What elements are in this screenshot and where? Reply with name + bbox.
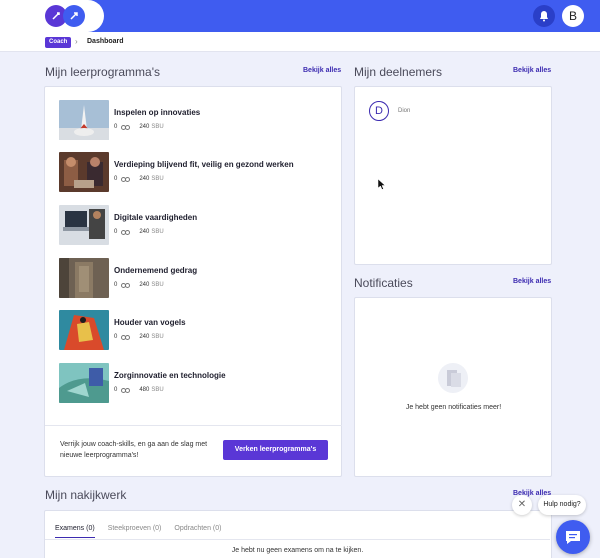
programme-thumbnail — [59, 310, 109, 350]
sbu-value: 240 — [139, 282, 150, 288]
participant-count: 0 — [114, 334, 118, 340]
participant-count: 0 — [114, 387, 118, 393]
people-icon — [121, 229, 131, 235]
notifications-title: Notificaties — [354, 276, 413, 290]
programme-item[interactable]: Houder van vogels 0 240 SBU — [59, 310, 339, 350]
sbu-unit: SBU — [151, 387, 164, 393]
breadcrumb: Coach › Dashboard — [0, 32, 600, 52]
promo-text: Verrijk jouw coach-skills, en ga aan de … — [60, 441, 208, 459]
sbu-value: 240 — [139, 334, 150, 340]
programmes-see-all-link[interactable]: Bekijk alles — [303, 67, 341, 74]
programme-title: Inspelen op innovaties — [114, 108, 201, 117]
programme-thumbnail — [59, 363, 109, 403]
programme-item[interactable]: Zorginnovatie en technologie 0 480 SBU — [59, 363, 339, 403]
people-icon — [121, 334, 131, 340]
participants-see-all-link[interactable]: Bekijk alles — [513, 67, 551, 74]
notifications-bell-icon[interactable] — [533, 5, 555, 27]
programme-thumbnail — [59, 205, 109, 245]
participants-title: Mijn deelnemers — [354, 65, 443, 79]
participant-count: 0 — [114, 282, 118, 288]
programme-item[interactable]: Digitale vaardigheden 0 240 SBU — [59, 205, 339, 245]
empty-inbox-icon — [438, 363, 468, 393]
participant-count: 0 — [114, 176, 118, 182]
sbu-value: 240 — [139, 124, 150, 130]
tab-samples[interactable]: Steekproeven (0) — [108, 525, 162, 538]
sbu-value: 240 — [139, 176, 150, 182]
review-title: Mijn nakijkwerk — [45, 488, 127, 502]
sbu-unit: SBU — [151, 334, 164, 340]
tab-exams[interactable]: Examens (0) — [55, 525, 95, 538]
programme-item[interactable]: Verdieping blijvend fit, veilig en gezon… — [59, 152, 339, 192]
programme-title: Digitale vaardigheden — [114, 213, 198, 222]
divider — [45, 425, 342, 426]
programme-meta: 0 240 SBU — [114, 229, 164, 235]
notifications-empty-text: Je hebt geen notificaties meer! — [405, 404, 502, 411]
sbu-value: 480 — [139, 387, 150, 393]
review-card: Examens (0) Steekproeven (0) Opdrachten … — [44, 510, 552, 558]
help-bubble[interactable]: Hulp nodig? — [538, 495, 586, 515]
sbu-unit: SBU — [151, 176, 164, 182]
programme-meta: 0 480 SBU — [114, 387, 164, 393]
programme-meta: 0 240 SBU — [114, 124, 164, 130]
tab-assignments[interactable]: Opdrachten (0) — [174, 525, 221, 538]
programmes-card: Inspelen op innovaties 0 240 SBU Verdiep… — [44, 86, 342, 477]
programme-title: Ondernemend gedrag — [114, 266, 198, 275]
participant-count: 0 — [114, 229, 118, 235]
review-empty-text: Je hebt nu geen examens om na te kijken. — [231, 547, 364, 554]
explore-programmes-button[interactable]: Verken leerprogramma's — [223, 440, 328, 460]
programme-meta: 0 240 SBU — [114, 334, 164, 340]
people-icon — [121, 124, 131, 130]
programme-meta: 0 240 SBU — [114, 282, 164, 288]
programme-thumbnail — [59, 258, 109, 298]
review-tabs: Examens (0) Steekproeven (0) Opdrachten … — [55, 525, 234, 538]
chevron-right-icon: › — [75, 37, 78, 46]
user-avatar[interactable]: B — [562, 5, 584, 27]
participants-card: D Dion — [354, 86, 552, 265]
notifications-see-all-link[interactable]: Bekijk alles — [513, 278, 551, 285]
programmes-title: Mijn leerprogramma's — [45, 65, 160, 79]
programme-item[interactable]: Inspelen op innovaties 0 240 SBU — [59, 100, 339, 140]
programme-item[interactable]: Ondernemend gedrag 0 240 SBU — [59, 258, 339, 298]
sbu-unit: SBU — [151, 229, 164, 235]
logo-icon-secondary[interactable] — [63, 5, 85, 27]
close-help-icon[interactable]: ✕ — [512, 495, 532, 515]
programme-thumbnail — [59, 100, 109, 140]
people-icon — [121, 387, 131, 393]
programme-title: Verdieping blijvend fit, veilig en gezon… — [114, 160, 294, 169]
chat-icon[interactable] — [556, 520, 590, 554]
sbu-unit: SBU — [151, 282, 164, 288]
programme-meta: 0 240 SBU — [114, 176, 164, 182]
role-badge[interactable]: Coach — [45, 37, 72, 48]
participant-count: 0 — [114, 124, 118, 130]
participant-avatar[interactable]: D — [369, 101, 389, 121]
programme-title: Houder van vogels — [114, 318, 186, 327]
mouse-cursor-icon — [378, 179, 386, 190]
programme-thumbnail — [59, 152, 109, 192]
top-bar: B — [0, 0, 600, 32]
participant-name[interactable]: Dion — [398, 108, 410, 114]
tabs-divider — [45, 539, 550, 540]
sbu-unit: SBU — [151, 124, 164, 130]
programme-title: Zorginnovatie en technologie — [114, 371, 226, 380]
sbu-value: 240 — [139, 229, 150, 235]
breadcrumb-current: Dashboard — [87, 38, 124, 45]
notifications-card: Je hebt geen notificaties meer! — [354, 297, 552, 477]
people-icon — [121, 176, 131, 182]
people-icon — [121, 282, 131, 288]
